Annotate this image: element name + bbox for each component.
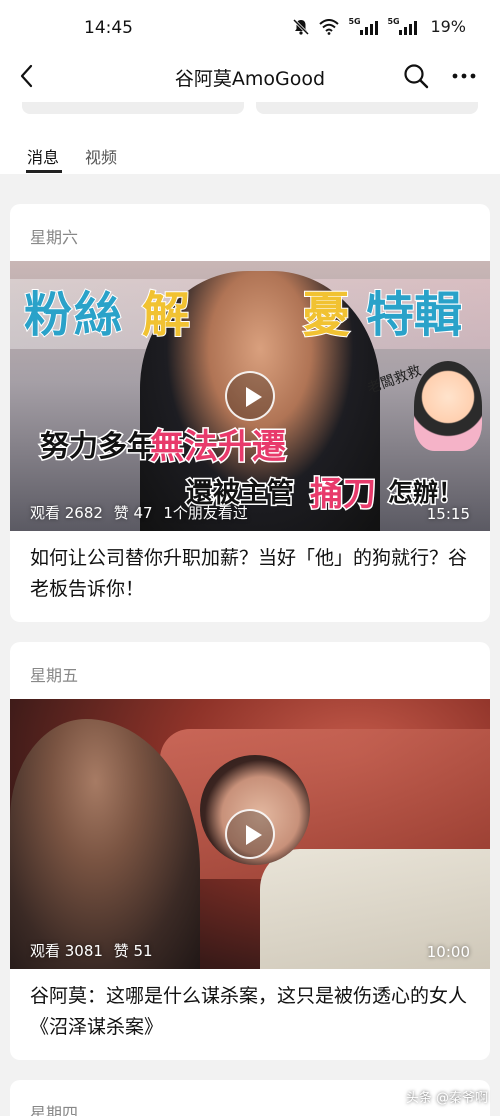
card-day: 星期四 bbox=[30, 1104, 79, 1116]
active-tab-indicator bbox=[26, 170, 62, 173]
thumbnail-headline-4: 特輯 bbox=[365, 286, 463, 344]
more-icon[interactable] bbox=[450, 62, 478, 90]
search-icon[interactable] bbox=[402, 62, 430, 90]
cartoon-girl-sticker bbox=[414, 361, 482, 451]
watermark: 头条 @秦爷啊 bbox=[405, 1091, 488, 1106]
top-card-left[interactable] bbox=[22, 102, 244, 114]
tab-messages[interactable]: 消息 bbox=[27, 144, 59, 168]
thumbnail-caption-5: 怎辦！ bbox=[386, 477, 464, 509]
signal-icon-2: 5G bbox=[387, 16, 418, 35]
article-title[interactable]: 谷阿莫：这哪是什么谋杀案，这只是被伤透心的女人《沼泽谋杀案》 bbox=[30, 981, 470, 1043]
video-duration: 15:15 bbox=[426, 505, 470, 523]
status-icons: 5G 5G 19% bbox=[292, 17, 466, 36]
top-card-right[interactable] bbox=[256, 102, 478, 114]
card-day: 星期六 bbox=[30, 228, 79, 247]
like-count: 赞 47 bbox=[113, 504, 153, 522]
signal-icon: 5G bbox=[348, 16, 379, 35]
play-icon[interactable] bbox=[225, 809, 275, 859]
view-count: 观看 2682 bbox=[30, 504, 103, 522]
thumbnail-headline-2: 解 bbox=[141, 286, 191, 344]
video-duration: 10:00 bbox=[426, 943, 470, 961]
article-card[interactable]: 星期六 粉絲 解 憂 特輯 老闆救救 努力多年 無法升遷 還被主管 捅刀 怎辦！… bbox=[10, 204, 490, 622]
article-card[interactable]: 星期五 观看 3081 赞 51 10:00 谷阿莫：这哪是什么谋杀案，这只是被… bbox=[10, 642, 490, 1060]
tab-bar: 消息 视频 bbox=[0, 130, 500, 174]
like-count: 赞 51 bbox=[113, 942, 153, 960]
tab-videos[interactable]: 视频 bbox=[85, 144, 117, 168]
article-title[interactable]: 如何让公司替你升职加薪？当好「他」的狗就行？谷老板告诉你！ bbox=[30, 543, 470, 605]
wifi-icon bbox=[319, 18, 340, 35]
view-count: 观看 3081 bbox=[30, 942, 103, 960]
friends-watched: 1个朋友看过 bbox=[163, 504, 248, 522]
network-label-2: 5G bbox=[387, 16, 400, 26]
video-thumbnail[interactable]: 粉絲 解 憂 特輯 老闆救救 努力多年 無法升遷 還被主管 捅刀 怎辦！ 观看 … bbox=[10, 261, 490, 531]
status-time: 14:45 bbox=[84, 18, 133, 38]
nav-bar: 谷阿莫AmoGood bbox=[0, 52, 500, 102]
network-label: 5G bbox=[348, 16, 361, 26]
status-bar: 14:45 5G 5G 19% bbox=[0, 0, 500, 52]
video-thumbnail[interactable]: 观看 3081 赞 51 10:00 bbox=[10, 699, 490, 969]
thumbnail-caption-4: 捅刀 bbox=[309, 473, 378, 515]
thumbnail-caption-2: 無法升遷 bbox=[149, 426, 288, 469]
video-stats: 观看 2682 赞 47 1个朋友看过 bbox=[30, 502, 254, 523]
battery-percent: 19% bbox=[430, 17, 466, 36]
play-icon[interactable] bbox=[225, 371, 275, 421]
video-stats: 观看 3081 赞 51 bbox=[30, 940, 159, 961]
thumbnail-headline-1: 粉絲 bbox=[23, 286, 125, 344]
top-cards-remnant bbox=[0, 102, 500, 130]
thumbnail-headline-3: 憂 bbox=[301, 286, 351, 344]
thumbnail-caption-1: 努力多年 bbox=[38, 428, 157, 465]
card-day: 星期五 bbox=[30, 666, 79, 685]
mute-bell-icon bbox=[293, 18, 310, 35]
